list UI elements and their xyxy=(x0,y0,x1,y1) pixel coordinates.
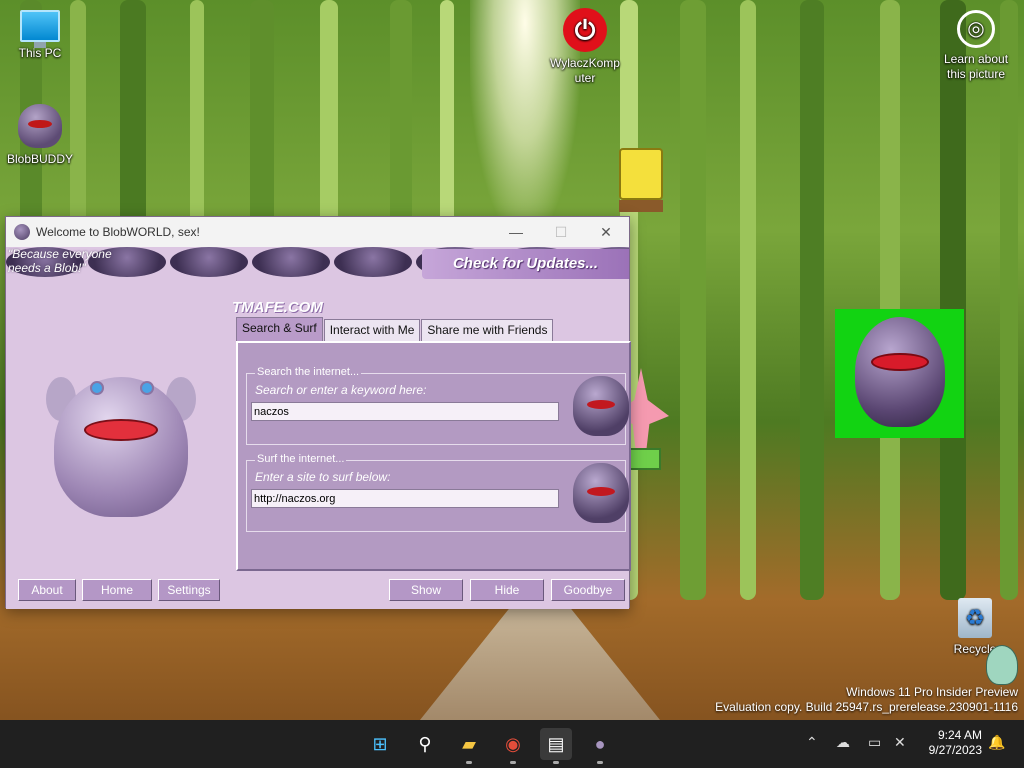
computer-icon xyxy=(20,10,60,48)
mascot-eye-left xyxy=(90,381,104,395)
chevron-up-icon[interactable]: ⌃ xyxy=(806,734,818,751)
search-legend: Search the internet... xyxy=(255,366,362,378)
bamboo-stalk xyxy=(740,0,756,600)
slogan-line-2: needs a Blob!" xyxy=(8,261,86,275)
search-input[interactable] xyxy=(251,402,559,421)
search-icon[interactable]: ⚲ xyxy=(409,728,441,760)
button-bar: About Home Settings Show Hide Goodbye xyxy=(6,577,629,609)
notification-bell-icon[interactable]: 🔔 xyxy=(988,734,1005,751)
squidward-head xyxy=(986,645,1018,685)
about-button[interactable]: About xyxy=(18,579,76,601)
bamboo-stalk xyxy=(1000,0,1018,600)
volume-muted-icon[interactable]: ✕ xyxy=(894,734,906,751)
slogan-line-1: "Because everyone xyxy=(8,247,112,261)
tab-search-surf[interactable]: Search & Surf xyxy=(236,317,323,341)
mascot-eye-right xyxy=(140,381,154,395)
search-hint: Search or enter a keyword here: xyxy=(255,383,427,397)
bamboo-stalk xyxy=(880,0,900,600)
bamboo-stalk xyxy=(940,0,966,600)
clock-time: 9:24 AM xyxy=(937,728,982,742)
brand-label: TMAFE.COM xyxy=(232,299,323,316)
desktop-icon-label: This PC xyxy=(18,46,62,60)
window-titlebar[interactable]: Welcome to BlobWORLD, sex! — ☐ ✕ xyxy=(6,217,629,247)
chrome-icon[interactable]: ◉ xyxy=(497,728,529,764)
blob-app-icon[interactable]: ● xyxy=(584,728,616,764)
desktop-icon-label: BlobBUDDY xyxy=(6,152,74,166)
clock-date: 9/27/2023 xyxy=(928,743,982,757)
sponge-pants xyxy=(619,200,663,212)
power-icon: ⏻ xyxy=(563,8,607,52)
taskbar: ⊞ ⚲ ▰ ◉ ▤ ● ⌃ ☁ ▭ ✕ 9:24 AM 9/27/2023 🔔 xyxy=(0,720,1024,768)
close-icon[interactable]: ✕ xyxy=(591,222,621,242)
maximize-icon[interactable]: ☐ xyxy=(546,222,576,242)
show-button[interactable]: Show xyxy=(389,579,463,601)
sponge-body xyxy=(619,148,663,200)
bamboo-stalk xyxy=(800,0,824,600)
recycle-bin-icon: ♻ xyxy=(958,598,992,638)
window-title: Welcome to BlobWORLD, sex! xyxy=(36,225,200,239)
network-icon[interactable]: ☁ xyxy=(836,734,850,751)
spongebob-sprite[interactable] xyxy=(605,148,675,226)
desktop-icon-blobbuddy[interactable]: BlobBUDDY xyxy=(0,104,80,167)
goodbye-button[interactable]: Goodbye xyxy=(551,579,625,601)
file-explorer-icon[interactable]: ▰ xyxy=(453,728,485,764)
blob-image xyxy=(855,317,945,427)
tab-interact[interactable]: Interact with Me xyxy=(323,319,421,341)
desktop-icon-learn-about-picture[interactable]: ◎ Learn about this picture xyxy=(936,10,1016,82)
search-go-blob-icon[interactable] xyxy=(573,376,629,436)
blob-mascot[interactable] xyxy=(46,367,196,517)
surf-hint: Enter a site to surf below: xyxy=(255,470,391,484)
settings-button[interactable]: Settings xyxy=(158,579,220,601)
stone-path xyxy=(420,600,660,720)
surf-group: Surf the internet... Enter a site to sur… xyxy=(246,453,629,532)
blob-shortcut-icon xyxy=(18,104,62,148)
desktop-icon-wylaczkomputer[interactable]: ⏻ WylaczKomp uter xyxy=(545,8,625,86)
window-content: "Because everyone needs a Blob!" Check f… xyxy=(6,247,631,609)
search-surf-panel: Search the internet... Search or enter a… xyxy=(236,341,631,571)
tab-share[interactable]: Share me with Friends xyxy=(421,319,554,341)
display-icon[interactable]: ▭ xyxy=(868,734,881,751)
clock[interactable]: 9:24 AM 9/27/2023 xyxy=(929,728,982,758)
watermark-build: Evaluation copy. Build 25947.rs_prerelea… xyxy=(715,700,1018,714)
hide-button[interactable]: Hide xyxy=(470,579,544,601)
bamboo-stalk xyxy=(680,0,706,600)
search-group: Search the internet... Search or enter a… xyxy=(246,366,629,445)
blob-lips xyxy=(871,353,929,371)
mascot-lips xyxy=(84,419,158,441)
slogan: "Because everyone needs a Blob!" xyxy=(8,247,112,275)
check-updates-button[interactable]: Check for Updates... xyxy=(422,249,629,279)
mascot-body xyxy=(54,377,188,517)
files-app-icon[interactable]: ▤ xyxy=(540,728,572,764)
desktop-icon-label: WylaczKomp uter xyxy=(550,56,620,85)
start-icon[interactable]: ⊞ xyxy=(364,728,396,760)
blob-green-tile[interactable] xyxy=(835,309,964,438)
blobworld-window: Welcome to BlobWORLD, sex! — ☐ ✕ "Becaus… xyxy=(5,216,631,609)
minimize-icon[interactable]: — xyxy=(501,222,531,242)
url-input[interactable] xyxy=(251,489,559,508)
home-button[interactable]: Home xyxy=(82,579,152,601)
watermark-edition: Windows 11 Pro Insider Preview xyxy=(846,685,1018,699)
blob-app-icon xyxy=(14,224,30,240)
desktop-icon-label: Learn about this picture xyxy=(943,52,1009,81)
windows-watermark: Windows 11 Pro Insider Preview Evaluatio… xyxy=(715,685,1018,715)
desktop-icon-this-pc[interactable]: This PC xyxy=(0,10,80,61)
camera-icon: ◎ xyxy=(957,10,995,48)
tab-strip: Search & Surf Interact with Me Share me … xyxy=(236,317,554,341)
surf-go-blob-icon[interactable] xyxy=(573,463,629,523)
surf-legend: Surf the internet... xyxy=(255,453,347,465)
